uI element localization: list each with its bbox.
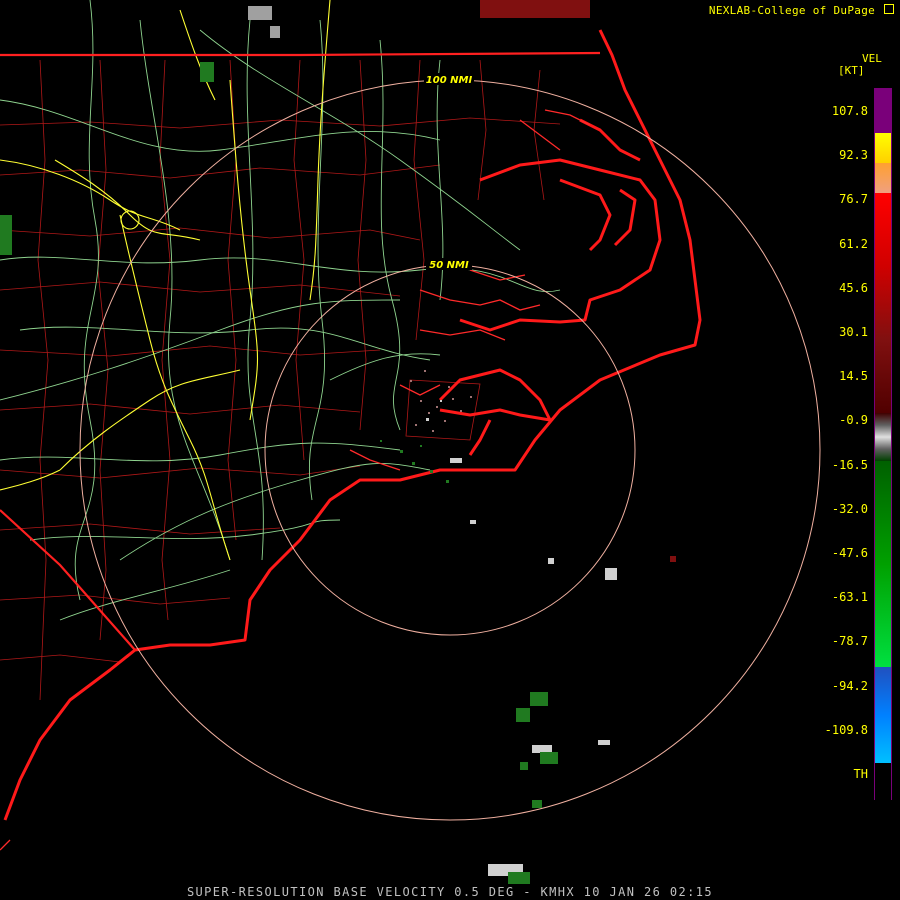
legend-product: VEL (862, 52, 882, 65)
legend-tick-label: 30.1 (839, 325, 868, 339)
colorbar-segment (875, 667, 891, 763)
legend-tick-label: TH (853, 767, 868, 781)
legend-unit: [KT] (838, 64, 865, 77)
colorbar-segment (875, 413, 891, 461)
legend-tick-label: -32.0 (831, 501, 868, 516)
legend-tick-label: -0.9 (839, 413, 868, 428)
colorbar-segment (875, 763, 891, 801)
external-link-icon (884, 4, 894, 14)
range-ring-label-50: 50 NMI (429, 260, 469, 271)
legend-tick-label: 92.3 (839, 148, 868, 163)
colorbar-segment (875, 163, 891, 193)
product-caption: SUPER-RESOLUTION BASE VELOCITY 0.5 DEG -… (186, 885, 714, 899)
colorbar-segment (875, 461, 891, 667)
legend-tick-label: -78.7 (831, 634, 868, 649)
colorbar-segment (875, 193, 891, 413)
colorbar-segment (875, 89, 891, 133)
legend-tick-label: 76.7 (839, 192, 868, 207)
colorbar-segment (875, 133, 891, 163)
legend-tick-label: 45.6 (839, 280, 868, 295)
credit-label[interactable]: NEXLAB-College of DuPage (709, 4, 894, 17)
legend-tick-label: -109.8 (824, 722, 868, 737)
legend-tick-label: 14.5 (839, 369, 868, 384)
range-ring-label-100: 100 NMI (426, 75, 473, 86)
credit-text: NEXLAB-College of DuPage (708, 4, 876, 17)
radar-map: 100 NMI 50 NMI (0, 0, 900, 900)
legend-tick-label: -63.1 (831, 590, 868, 605)
legend-tick-label: 107.8 (831, 104, 868, 118)
legend-tick-label: -94.2 (831, 678, 868, 693)
legend-tick-label: -47.6 (831, 546, 868, 560)
legend-tick-label: 61.2 (839, 236, 868, 251)
legend-tick-label: -16.5 (831, 457, 868, 472)
velocity-colorbar (874, 88, 892, 801)
